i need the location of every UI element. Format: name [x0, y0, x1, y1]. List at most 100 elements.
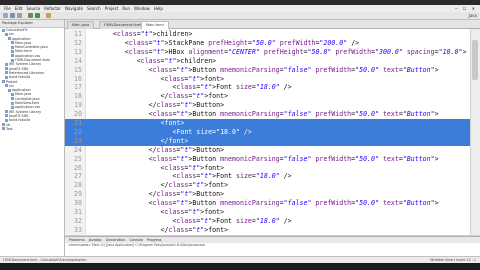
- package-tree: CalculatorFX src application Main.java MainC…: [0, 28, 64, 131]
- code-line[interactable]: 15 <class="t">Button mnemonicParsing="fa…: [65, 66, 470, 75]
- code-line[interactable]: 24 </class="t">Button>: [65, 146, 470, 155]
- line-number: 30: [74, 199, 82, 208]
- line-number: 33: [74, 225, 82, 234]
- code-text: </class="t">font>: [97, 181, 229, 190]
- line-number: 32: [74, 216, 82, 225]
- console-tab-progress[interactable]: Progress: [147, 238, 161, 242]
- file-icon: [5, 67, 8, 71]
- code-line[interactable]: 29 </class="t">Button>: [65, 190, 470, 199]
- code-line[interactable]: 22 <Font size="18.0" />: [65, 127, 470, 137]
- menu-item-refactor[interactable]: Refactor: [44, 6, 61, 11]
- file-icon: [8, 88, 11, 92]
- code-text: </class="t">Button>: [97, 145, 225, 154]
- file-icon: [5, 114, 8, 118]
- scrollbar-thumb[interactable]: [472, 40, 478, 80]
- tree-item-label: build.fxbuild: [9, 118, 30, 123]
- print-icon[interactable]: [17, 13, 22, 18]
- code-text: <class="t">StackPane prefHeight="50.0" p…: [97, 38, 360, 47]
- line-number: 18: [74, 92, 82, 101]
- code-text: </class="t">font>: [97, 225, 229, 234]
- code-text: <class="t">font>: [97, 208, 225, 216]
- file-icon: [2, 123, 5, 127]
- code-line[interactable]: 17 <class="t">Font size="18.0" />: [65, 83, 470, 92]
- code-line[interactable]: 21 <font>: [65, 119, 470, 128]
- file-icon: [11, 54, 14, 58]
- file-icon: [11, 41, 14, 45]
- file-icon: [11, 49, 14, 53]
- tab-main-java[interactable]: Main.java: [67, 21, 95, 29]
- code-line[interactable]: 26 <class="t">font>: [65, 164, 470, 173]
- code-text: <class="t">Button mnemonicParsing="false…: [97, 154, 439, 163]
- code-line[interactable]: 27 <class="t">Font size="18.0" />: [65, 172, 470, 181]
- new-file-icon[interactable]: [3, 13, 8, 18]
- code-line[interactable]: 33 </class="t">font>: [65, 226, 470, 235]
- save-icon[interactable]: [10, 13, 15, 18]
- code-text: <class="t">Font size="18.0" />: [97, 83, 292, 92]
- line-number: 23: [74, 136, 82, 145]
- line-number: 14: [74, 56, 82, 65]
- run-icon[interactable]: [35, 13, 40, 18]
- menu-item-file[interactable]: File: [4, 6, 11, 11]
- search-icon[interactable]: [46, 13, 51, 18]
- menu-item-search[interactable]: Search: [87, 6, 101, 11]
- tab-fxmldocument[interactable]: FXMLDocument.fxml: [99, 21, 147, 29]
- debug-icon[interactable]: [28, 13, 33, 18]
- code-line[interactable]: 31 <class="t">font>: [65, 208, 470, 217]
- code-text: </class="t">font>: [97, 92, 229, 101]
- menu-item-window[interactable]: Window: [134, 6, 150, 11]
- code-line[interactable]: 14 <class="t">children>: [65, 57, 470, 66]
- code-text: </font>: [97, 136, 189, 145]
- menu-item-project[interactable]: Project: [105, 6, 119, 11]
- console-tab-problems[interactable]: Problems: [69, 238, 85, 242]
- menu-item-navigate[interactable]: Navigate: [65, 6, 83, 11]
- package-explorer: Package Explorer CalculatorFX src applicat…: [0, 20, 65, 256]
- code-editor[interactable]: 11 <class="t">children> 12 <class="t">Sta…: [65, 29, 470, 235]
- console-tab-javadoc[interactable]: Javadoc: [89, 238, 102, 242]
- tree-item[interactable]: Test: [0, 127, 64, 131]
- line-number: 24: [74, 145, 82, 154]
- menu-item-help[interactable]: Help: [154, 6, 163, 11]
- code-line[interactable]: 11 <class="t">children>: [65, 30, 470, 39]
- code-line[interactable]: 25 <class="t">Button mnemonicParsing="fa…: [65, 155, 470, 164]
- menu-item-run[interactable]: Run: [122, 6, 130, 11]
- file-icon: [5, 62, 8, 66]
- code-text: <class="t">Font size="18.0" />: [97, 172, 292, 181]
- console-tab-declaration[interactable]: Declaration: [106, 238, 126, 242]
- file-icon: [2, 28, 5, 32]
- file-icon: [2, 127, 5, 131]
- code-line[interactable]: 30 <class="t">Button mnemonicParsing="fa…: [65, 199, 470, 208]
- file-icon: [11, 92, 14, 96]
- line-number: 26: [74, 163, 82, 172]
- line-number: 19: [74, 101, 82, 110]
- code-line[interactable]: 32 <class="t">Font size="18.0" />: [65, 217, 470, 226]
- perspective-java[interactable]: Java: [469, 13, 477, 18]
- window-controls[interactable]: ─ ☐ ✕: [455, 5, 477, 12]
- line-number: 27: [74, 172, 82, 181]
- menu-item-source[interactable]: Source: [26, 6, 40, 11]
- code-text: <class="t">Button mnemonicParsing="false…: [97, 65, 439, 74]
- code-line[interactable]: 16 <class="t">font>: [65, 75, 470, 84]
- console-tab-console[interactable]: Console: [129, 238, 142, 242]
- code-line[interactable]: 23 </font>: [65, 136, 470, 146]
- code-line[interactable]: 12 <class="t">StackPane prefHeight="50.0…: [65, 39, 470, 48]
- toolbar: Java: [0, 12, 480, 20]
- tab-main-fxml[interactable]: Main.fxml: [141, 21, 169, 29]
- file-icon: [11, 97, 14, 101]
- code-line[interactable]: 18 </class="t">font>: [65, 92, 470, 101]
- code-line[interactable]: 28 </class="t">font>: [65, 181, 470, 190]
- line-number: 21: [74, 119, 82, 127]
- menu-item-edit[interactable]: Edit: [15, 6, 23, 11]
- line-number: 29: [74, 190, 82, 199]
- taskbar: [0, 263, 480, 270]
- code-line[interactable]: 20 <class="t">Button mnemonicParsing="fa…: [65, 110, 470, 119]
- code-line[interactable]: 13 <class="t">HBox alignment="CENTER" pr…: [65, 48, 470, 57]
- code-text: </class="t">Button>: [97, 190, 225, 199]
- line-number: 13: [74, 47, 82, 56]
- file-icon: [5, 110, 8, 114]
- file-icon: [5, 71, 8, 75]
- console-panel: Problems Javadoc Declaration Console Progres…: [65, 236, 480, 257]
- line-number: 11: [74, 30, 82, 38]
- code-text: <font>: [97, 119, 185, 127]
- code-line[interactable]: 19 </class="t">Button>: [65, 101, 470, 110]
- file-icon: [11, 105, 14, 109]
